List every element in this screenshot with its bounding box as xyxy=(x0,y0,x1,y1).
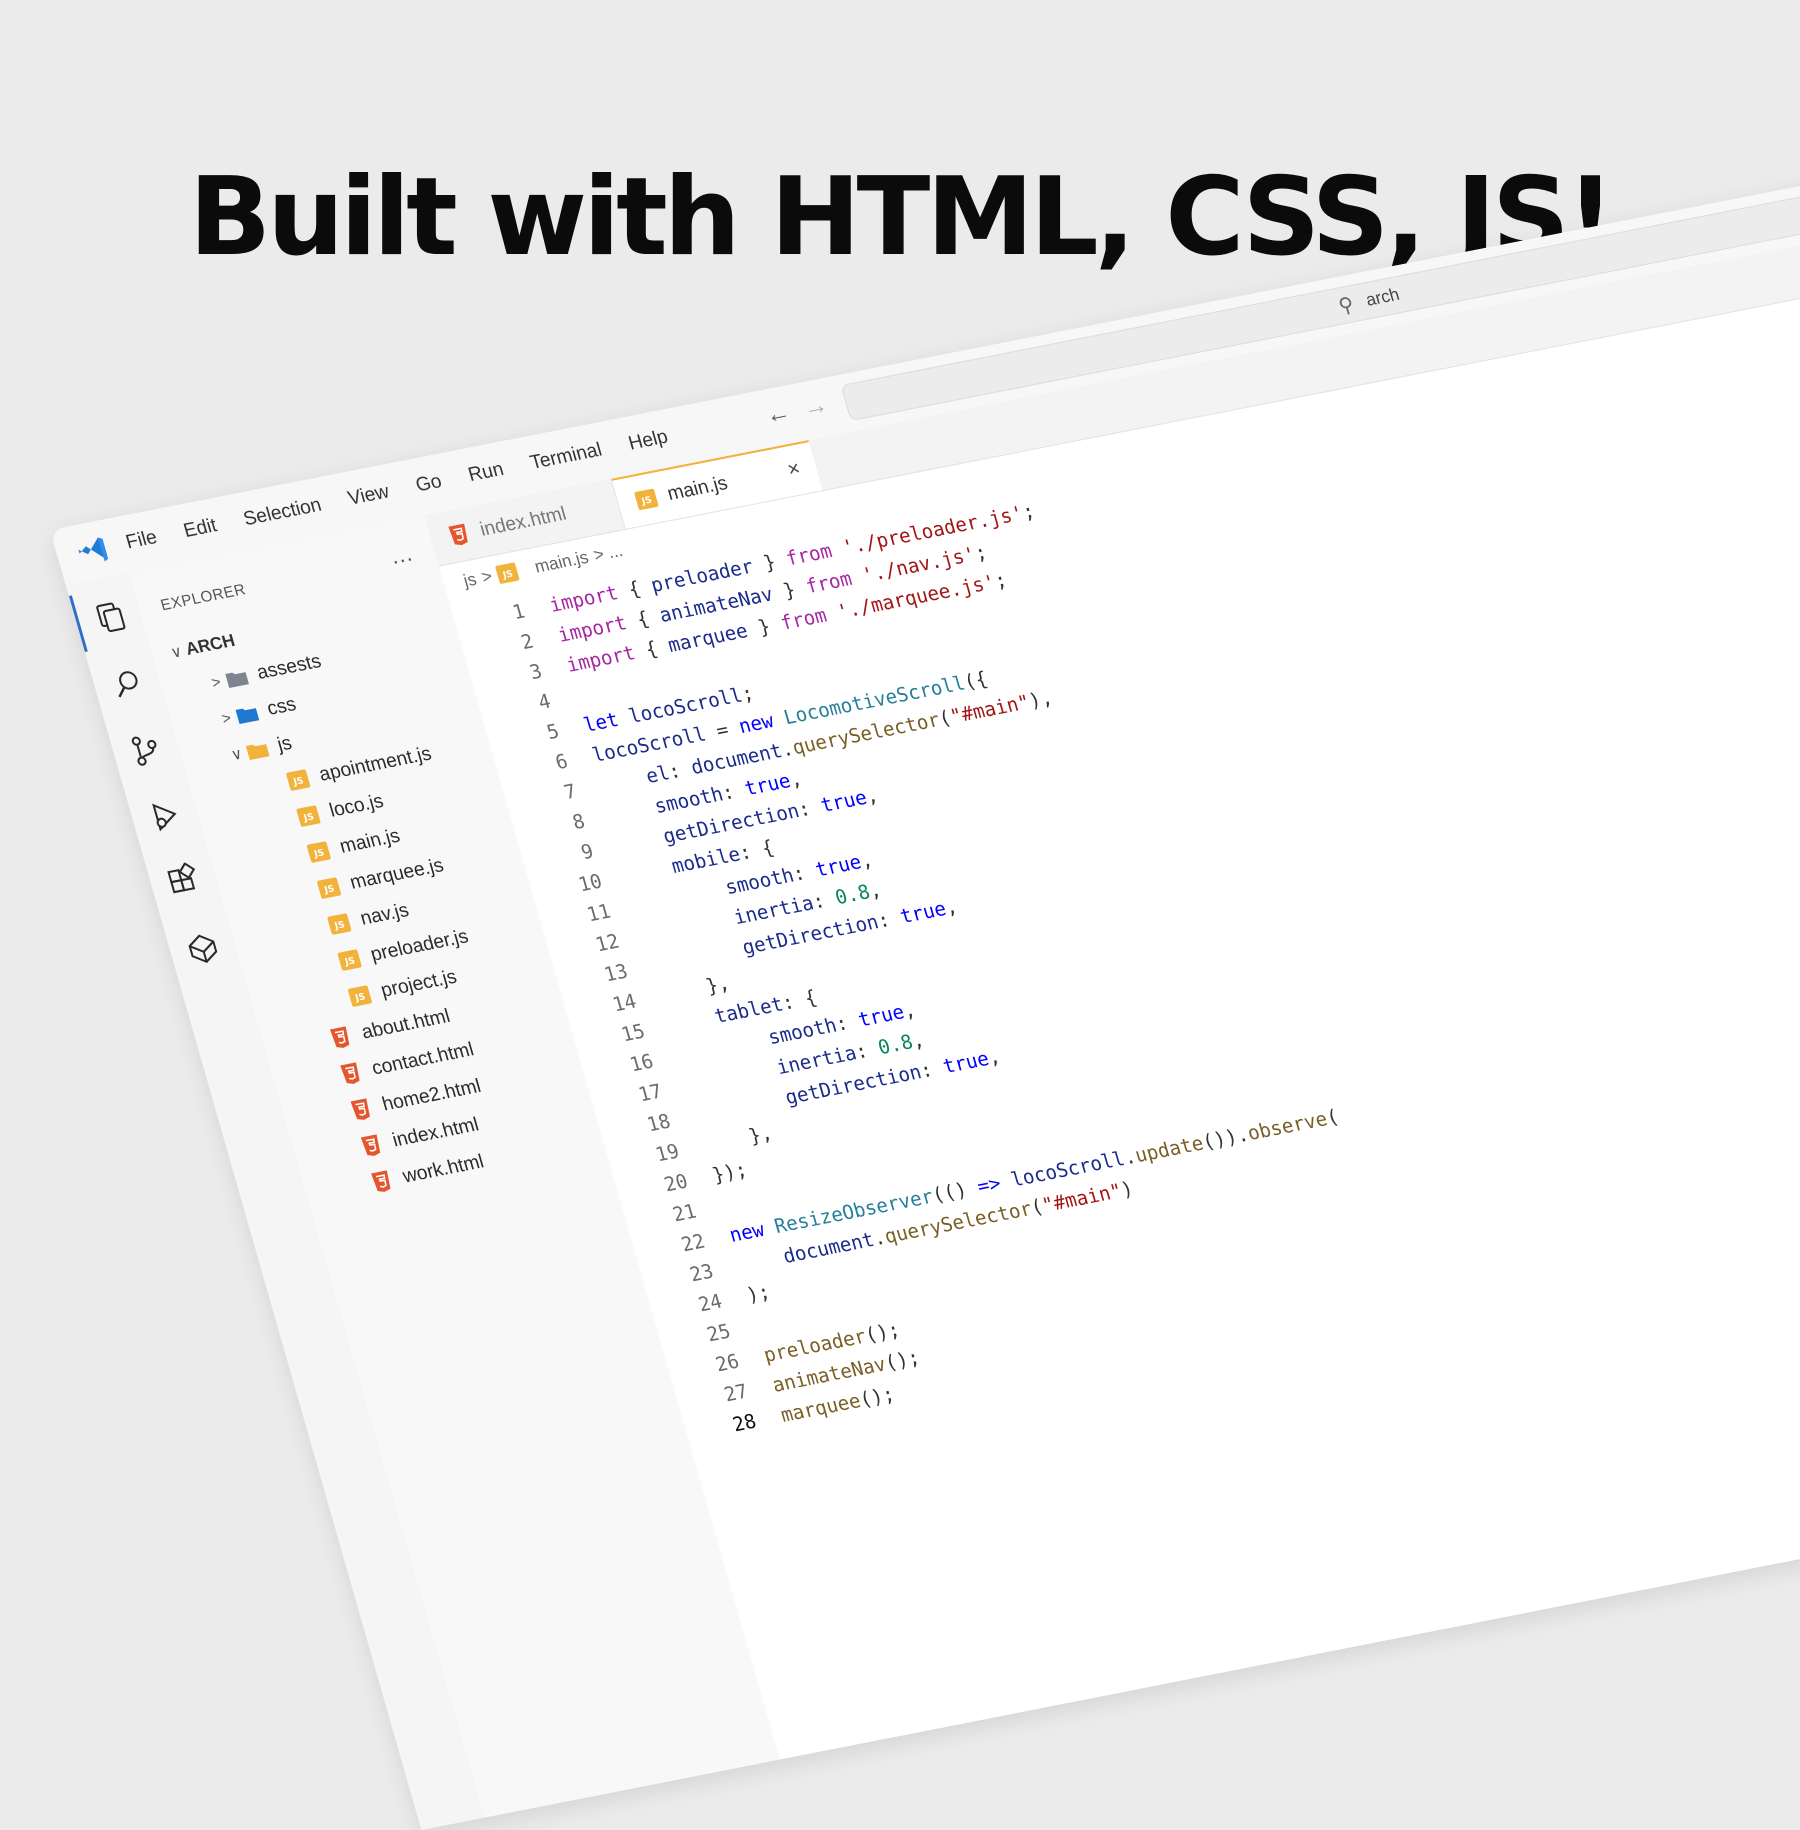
menu-item-view[interactable]: View xyxy=(346,481,392,511)
tree-item-label: apointment.js xyxy=(316,742,434,786)
menu-item-help[interactable]: Help xyxy=(626,426,671,456)
tree-item-label: loco.js xyxy=(327,790,387,822)
tree-item-label: marquee.js xyxy=(347,854,447,894)
js-file-icon: JS xyxy=(296,805,321,828)
html-file-icon xyxy=(448,523,468,546)
more-actions-icon[interactable]: ... xyxy=(387,540,415,570)
code-token: true xyxy=(812,850,865,882)
search-icon: ⚲ xyxy=(1335,293,1357,319)
folder-icon xyxy=(225,672,249,689)
js-file-icon: JS xyxy=(347,985,373,1008)
folder-open-icon xyxy=(245,744,270,761)
code-token: true xyxy=(897,897,949,929)
js-file-icon: JS xyxy=(285,769,311,792)
menu-item-terminal[interactable]: Terminal xyxy=(528,439,605,475)
menu-item-edit[interactable]: Edit xyxy=(181,515,220,543)
code-token: true xyxy=(855,1000,907,1032)
folder-icon xyxy=(235,708,260,725)
code-token: true xyxy=(940,1047,992,1079)
explorer-title: EXPLORER xyxy=(158,580,248,615)
code-token: true xyxy=(742,769,794,801)
html-file-icon xyxy=(360,1134,381,1156)
breadcrumb-folder[interactable]: js xyxy=(461,569,479,591)
js-file-icon: JS xyxy=(633,488,659,511)
code-token: (); xyxy=(882,1346,923,1375)
editor-window-perspective: File Edit Selection View Go Run Terminal Help ←… xyxy=(50,143,1800,1830)
menu-item-file[interactable]: File xyxy=(123,527,159,555)
code-token: : { xyxy=(736,836,777,865)
code-token: ), xyxy=(1026,686,1056,713)
menu-item-go[interactable]: Go xyxy=(413,471,444,498)
html-file-icon xyxy=(371,1170,391,1192)
js-file-icon: JS xyxy=(326,913,352,936)
code-token: ()). xyxy=(1199,1123,1252,1155)
tree-item-label: preloader.js xyxy=(368,925,471,966)
tree-item-label: project.js xyxy=(378,966,460,1002)
code-token: update xyxy=(1132,1132,1207,1168)
tree-item-label: index.html xyxy=(390,1113,482,1152)
code-token: }); xyxy=(709,1158,750,1187)
html-file-icon xyxy=(329,1026,350,1048)
code-token: (() xyxy=(929,1176,981,1208)
menu-item-run[interactable]: Run xyxy=(466,458,507,487)
menu-item-selection[interactable]: Selection xyxy=(241,494,324,531)
tree-item-label: css xyxy=(264,693,299,721)
code-token: observe xyxy=(1244,1107,1331,1146)
tree-root[interactable]: ∨ ARCH xyxy=(162,626,239,669)
tree-item-js[interactable]: ∨ js xyxy=(223,728,296,771)
code-token: ); xyxy=(744,1280,773,1307)
code-token: true xyxy=(818,786,870,818)
forward-arrow-icon[interactable]: → xyxy=(800,388,845,422)
breadcrumb-more[interactable]: > ... xyxy=(591,541,625,567)
code-token: (); xyxy=(857,1382,898,1412)
tree-item-label: about.html xyxy=(359,1005,453,1044)
code-token: from xyxy=(778,604,830,635)
code-token: (); xyxy=(862,1318,903,1348)
html-file-icon xyxy=(340,1062,360,1084)
tree-item-label: main.js xyxy=(337,825,403,858)
tab-label: main.js xyxy=(664,472,731,506)
close-icon[interactable]: × xyxy=(785,457,803,482)
js-file-icon: JS xyxy=(316,877,342,900)
html-file-icon xyxy=(350,1098,370,1120)
js-file-icon: JS xyxy=(337,949,363,972)
code-token: from xyxy=(803,567,855,599)
vscode-logo-icon xyxy=(78,537,109,562)
tree-item-label: assests xyxy=(254,650,324,685)
search-text: arch xyxy=(1363,284,1402,310)
nav-arrows: ←→ xyxy=(762,388,845,431)
tab-label: index.html xyxy=(477,503,569,541)
tree-item-apointment-js[interactable]: JS apointment.js xyxy=(284,739,435,797)
tree-item-label: work.html xyxy=(400,1150,487,1188)
root-folder-label: ARCH xyxy=(183,630,238,660)
tree-item-label: js xyxy=(274,732,295,757)
breadcrumb-separator: > xyxy=(479,566,495,588)
code-token: from xyxy=(783,539,835,571)
code-token: ({ xyxy=(961,667,991,694)
js-file-icon: JS xyxy=(306,841,332,864)
code-token: : { xyxy=(779,986,820,1015)
breadcrumb-file[interactable]: main.js xyxy=(532,547,591,577)
tree-item-label: nav.js xyxy=(357,899,412,930)
vscode-window: File Edit Selection View Go Run Terminal Help ←… xyxy=(50,143,1800,1830)
js-file-icon: JS xyxy=(495,562,520,585)
